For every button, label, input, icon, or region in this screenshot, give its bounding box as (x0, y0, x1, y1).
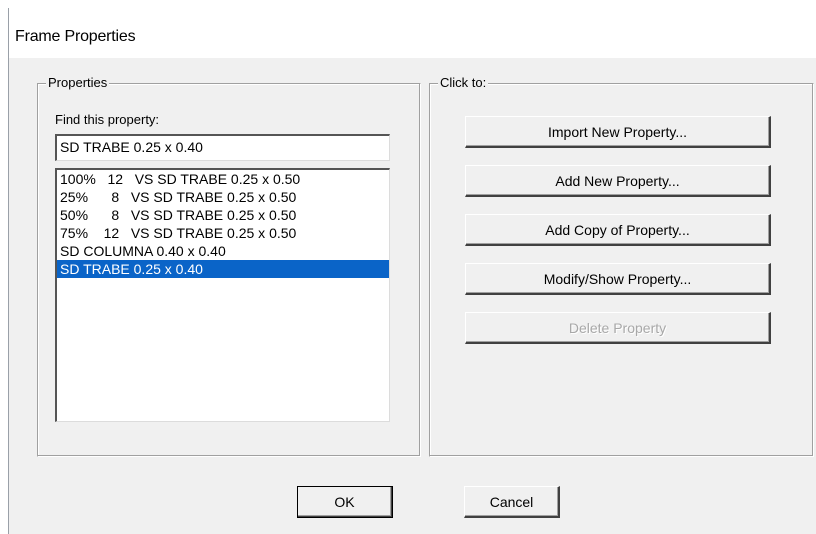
title-bar: Frame Properties (9, 8, 816, 58)
list-item[interactable]: SD COLUMNA 0.40 x 0.40 (57, 242, 389, 260)
import-new-property-label: Import New Property... (547, 124, 687, 140)
properties-group: Properties Find this property: SD TRABE … (37, 75, 421, 457)
cancel-label: Cancel (489, 494, 534, 510)
property-list[interactable]: 100% 12 VS SD TRABE 0.25 x 0.50 25% 8 VS… (55, 168, 390, 422)
dialog-body: Properties Find this property: SD TRABE … (13, 58, 816, 534)
modify-show-property-button[interactable]: Modify/Show Property... (465, 263, 771, 295)
find-property-input[interactable]: SD TRABE 0.25 x 0.40 (55, 134, 390, 161)
list-item-selected[interactable]: SD TRABE 0.25 x 0.40 (57, 260, 389, 278)
ok-button[interactable]: OK (297, 486, 393, 518)
click-to-group: Click to: Import New Property... Add New… (429, 75, 814, 457)
delete-property-label: Delete Property (568, 320, 667, 336)
add-new-property-button[interactable]: Add New Property... (465, 165, 771, 197)
ok-label: OK (334, 494, 355, 510)
list-item[interactable]: 50% 8 VS SD TRABE 0.25 x 0.50 (57, 206, 389, 224)
list-item[interactable]: 75% 12 VS SD TRABE 0.25 x 0.50 (57, 224, 389, 242)
cancel-button[interactable]: Cancel (464, 486, 560, 518)
modify-show-property-label: Modify/Show Property... (543, 271, 692, 287)
add-copy-of-property-label: Add Copy of Property... (545, 222, 690, 238)
frame-properties-dialog: Frame Properties Properties Find this pr… (8, 8, 816, 534)
click-to-group-label: Click to: (438, 75, 489, 91)
import-new-property-button[interactable]: Import New Property... (465, 116, 771, 148)
delete-property-button[interactable]: Delete Property (465, 312, 771, 344)
properties-group-label: Properties (46, 75, 110, 91)
window-title: Frame Properties (15, 28, 136, 45)
add-new-property-label: Add New Property... (555, 173, 680, 189)
list-item[interactable]: 100% 12 VS SD TRABE 0.25 x 0.50 (57, 170, 389, 188)
list-item[interactable]: 25% 8 VS SD TRABE 0.25 x 0.50 (57, 188, 389, 206)
add-copy-of-property-button[interactable]: Add Copy of Property... (465, 214, 771, 246)
find-property-label: Find this property: (55, 112, 160, 127)
